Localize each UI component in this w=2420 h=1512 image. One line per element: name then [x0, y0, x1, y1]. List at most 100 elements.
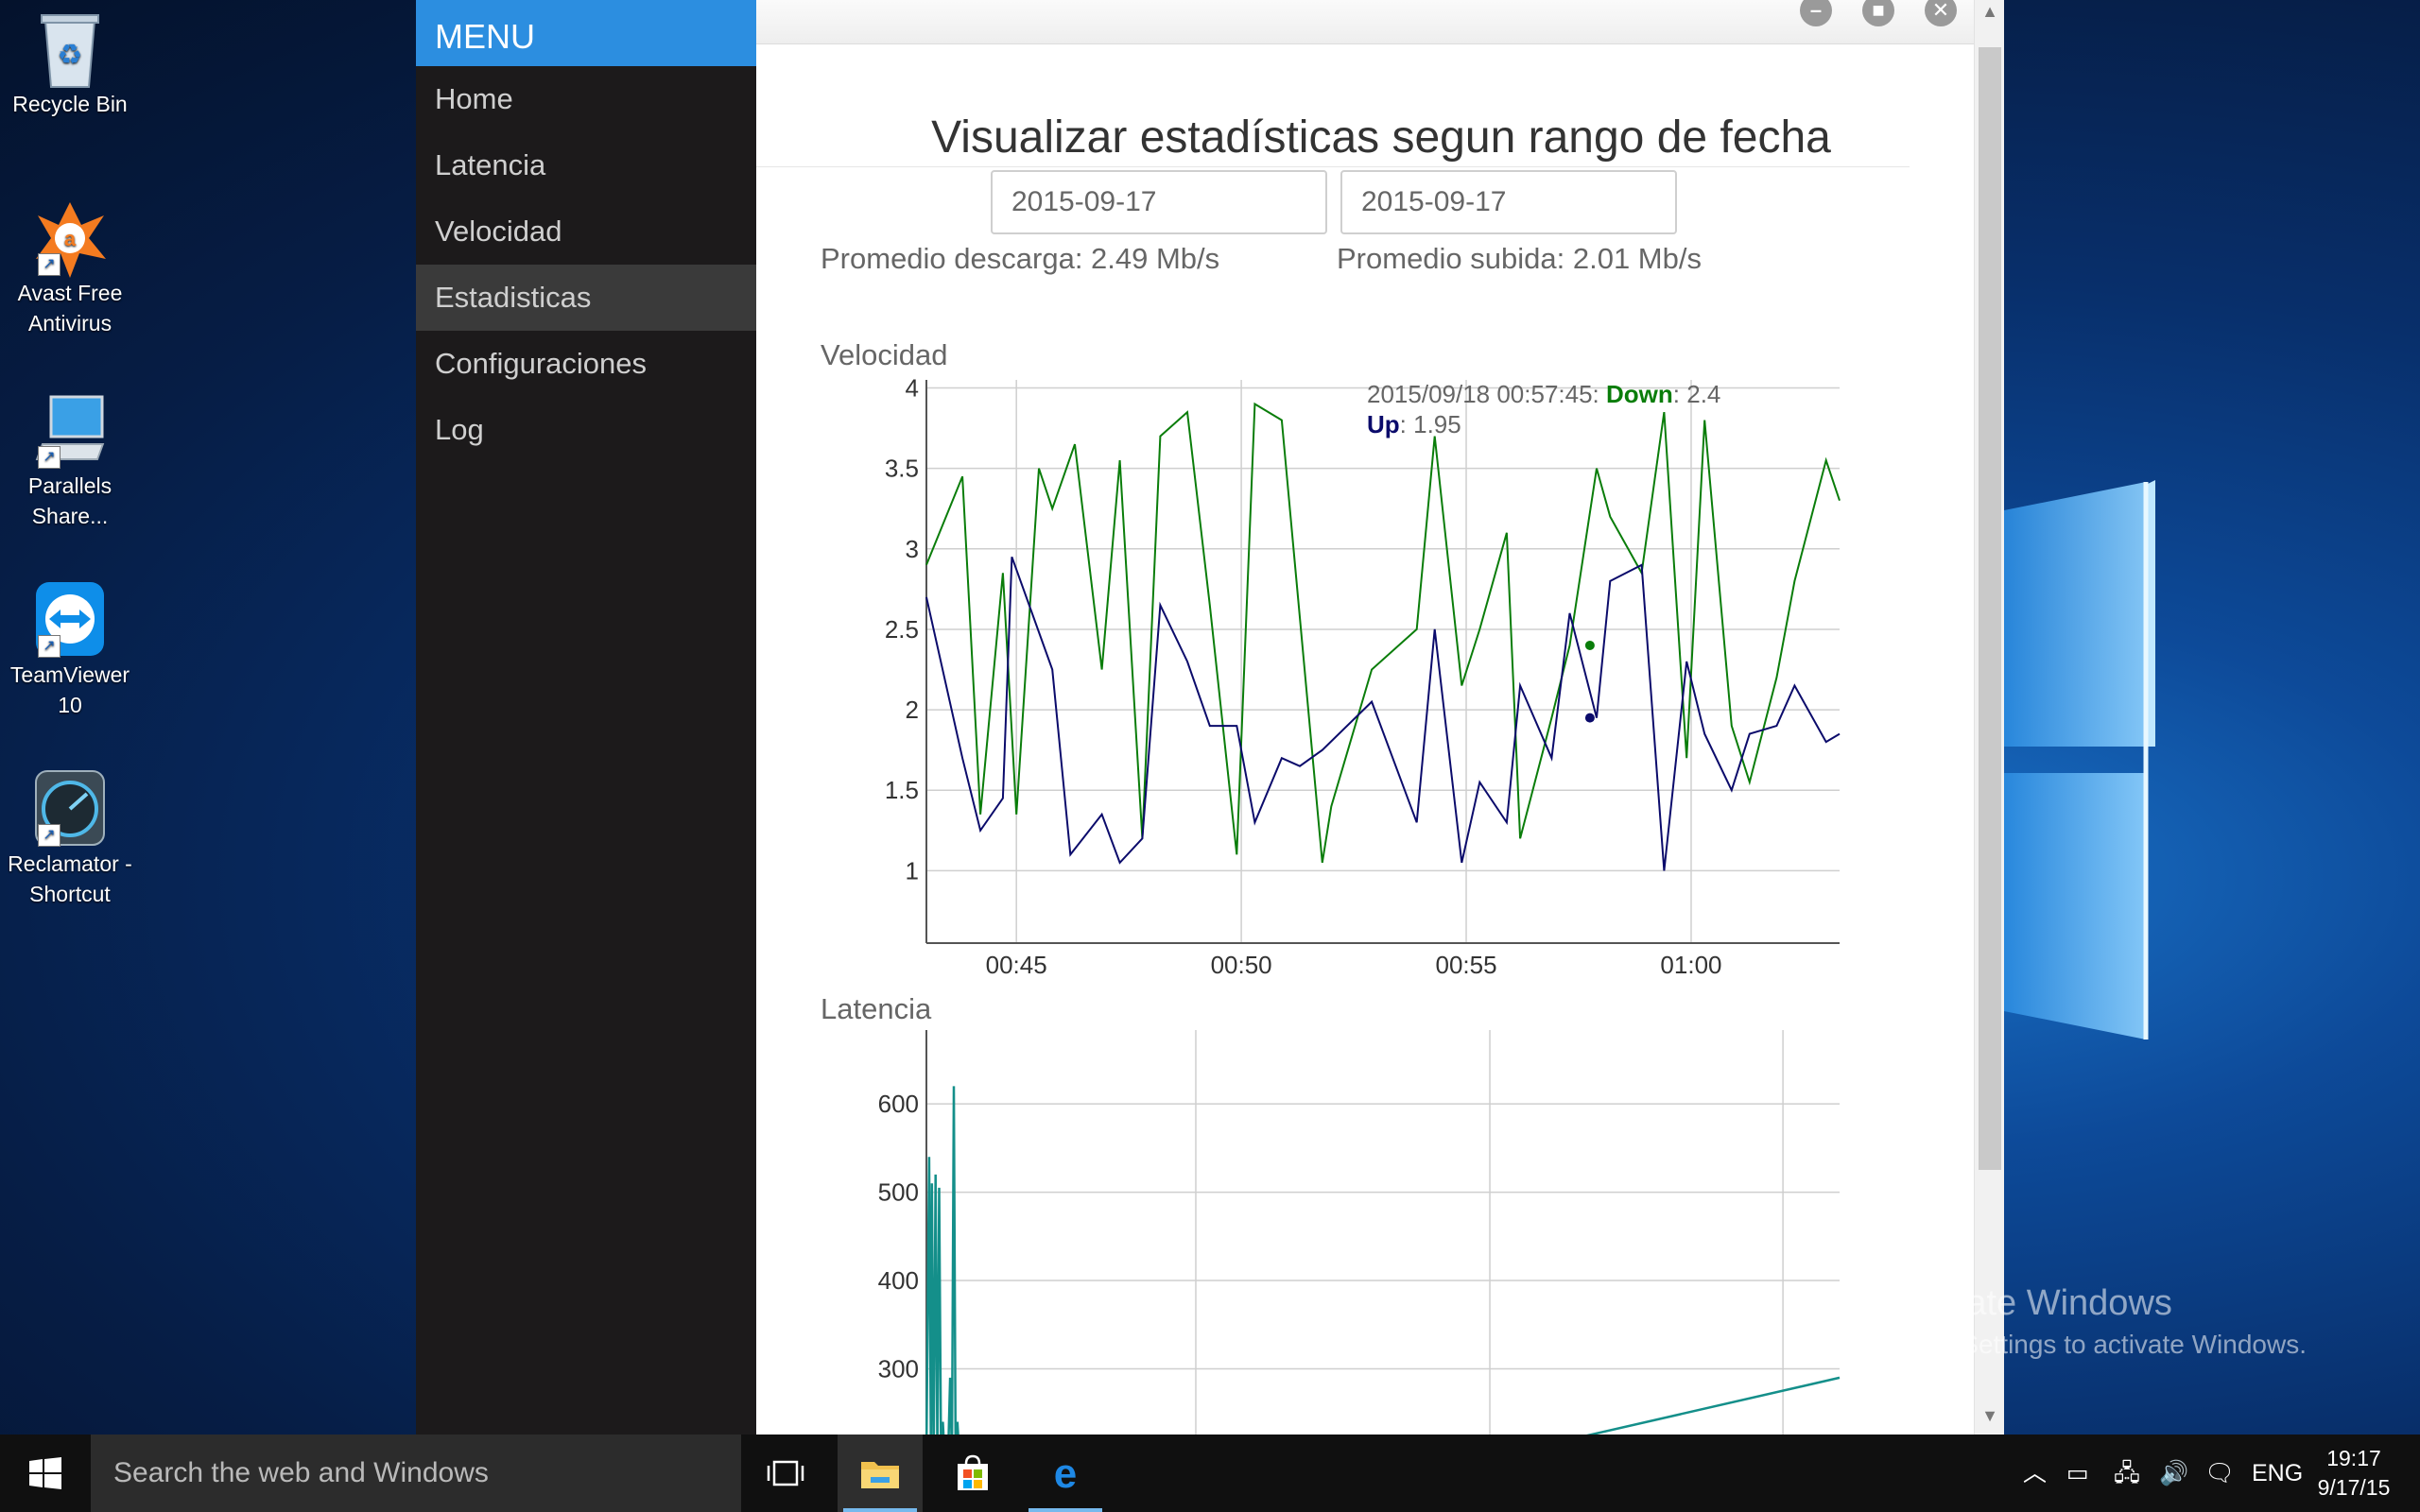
shortcut-arrow-icon: ↗: [38, 446, 60, 469]
battery-icon[interactable]: ▭: [2066, 1435, 2089, 1512]
vertical-scrollbar[interactable]: ▲ ▼: [1974, 0, 2004, 1435]
desktop-icon-label: Avast Free Antivirus: [17, 281, 123, 335]
taskbar-store[interactable]: [930, 1435, 1015, 1512]
y-tick-label: 1: [906, 856, 919, 885]
avg-upload-text: Promedio subida: 2.01 Mb/s: [1337, 242, 1702, 275]
y-tick-label: 300: [878, 1355, 919, 1383]
app-sidebar: MENU Home Latencia Velocidad Estadistica…: [416, 0, 756, 1435]
taskbar-file-explorer[interactable]: [838, 1435, 923, 1512]
speedometer-icon: ↗: [32, 767, 108, 847]
taskbar-clock[interactable]: 19:17 9/17/15: [2307, 1444, 2401, 1503]
activate-subtitle: Go to Settings to activate Windows.: [1889, 1330, 2307, 1359]
network-icon[interactable]: 🖧: [2114, 1435, 2140, 1512]
task-view-icon: [767, 1460, 804, 1486]
tooltip-down-value: : 2.4: [1673, 380, 1721, 408]
tooltip-line-2: Up: 1.95: [1367, 410, 1461, 438]
shortcut-arrow-icon: ↗: [38, 824, 60, 847]
y-tick-label: 400: [878, 1266, 919, 1295]
series-line-latencia: [925, 1086, 1841, 1435]
menu-header: MENU: [416, 0, 756, 66]
language-indicator[interactable]: ENG: [2252, 1435, 2303, 1512]
desktop-icon-parallels[interactable]: ↗ Parallels Share...: [0, 389, 140, 531]
volume-icon[interactable]: 🔊: [2159, 1435, 2188, 1512]
avg-download-text: Promedio descarga: 2.49 Mb/s: [821, 242, 1220, 275]
scroll-thumb[interactable]: [1979, 47, 2001, 1170]
desktop-icon-label: Reclamator - Shortcut: [8, 851, 132, 906]
activate-windows-watermark: Activate Windows Go to Settings to activ…: [1889, 1283, 2307, 1360]
series-line-down: [925, 402, 1841, 864]
svg-text:♻: ♻: [58, 40, 83, 71]
svg-text:e: e: [1054, 1453, 1077, 1493]
windows-logo-wallpaper: [2004, 480, 2155, 1040]
latencia-chart[interactable]: 200300400500600: [756, 1021, 1910, 1435]
scroll-up-arrow-icon[interactable]: ▲: [1975, 2, 2004, 22]
y-tick-label: 3: [906, 535, 919, 563]
show-hidden-icons-chevron-icon[interactable]: ︿: [2023, 1435, 2047, 1512]
page-title: Visualizar estadísticas segun rango de f…: [931, 112, 1831, 163]
x-tick-label: 00:45: [986, 951, 1047, 979]
recycle-bin-icon: ♻: [32, 8, 108, 88]
menu-item-latencia[interactable]: Latencia: [416, 132, 756, 198]
teamviewer-icon: ↗: [32, 578, 108, 658]
tooltip-up-label: Up: [1367, 410, 1400, 438]
computer-monitor-icon: ↗: [32, 389, 108, 469]
x-tick-label: 01:00: [1660, 951, 1721, 979]
y-tick-label: 500: [878, 1178, 919, 1207]
velocidad-chart[interactable]: 1 1.5 2 2.5 3 3.5 4 00:45 00:50 00:55 01:00 2015/09…: [756, 369, 1910, 992]
menu-item-home[interactable]: Home: [416, 66, 756, 132]
y-tick-label: 2.5: [885, 615, 919, 644]
x-tick-label: 00:55: [1435, 951, 1496, 979]
maximize-button[interactable]: ■: [1862, 0, 1894, 26]
active-indicator: [1028, 1508, 1102, 1512]
tooltip-timestamp: 2015/09/18 00:57:45:: [1367, 380, 1606, 408]
menu-item-configuraciones[interactable]: Configuraciones: [416, 331, 756, 397]
desktop-icon-recycle-bin[interactable]: ♻ Recycle Bin: [0, 8, 140, 119]
activate-title: Activate Windows: [1889, 1283, 2172, 1323]
date-to-input[interactable]: [1340, 170, 1677, 234]
folder-icon: [861, 1462, 899, 1488]
svg-text:a: a: [64, 227, 77, 250]
desktop-icon-avast[interactable]: a ↗ Avast Free Antivirus: [0, 197, 140, 338]
y-tick-label: 2: [906, 696, 919, 724]
edge-browser-icon: e: [1054, 1453, 1077, 1493]
clock-time: 19:17: [2326, 1446, 2381, 1470]
desktop-icon-label: TeamViewer 10: [9, 662, 130, 717]
desktop-icon-teamviewer[interactable]: ↗ TeamViewer 10: [0, 578, 140, 720]
tooltip-marker-up: [1584, 713, 1595, 723]
date-from-input[interactable]: [991, 170, 1327, 234]
store-bag-icon: [958, 1454, 988, 1490]
clock-date: 9/17/15: [2317, 1475, 2391, 1500]
menu-item-log[interactable]: Log: [416, 397, 756, 463]
velocidad-chart-title: Velocidad: [821, 338, 948, 371]
close-button[interactable]: ✕: [1925, 0, 1957, 26]
action-center-icon[interactable]: 🗨: [2204, 1435, 2235, 1512]
y-tick-label: 4: [906, 374, 919, 403]
active-indicator: [843, 1508, 917, 1512]
start-button[interactable]: [2, 1435, 89, 1512]
y-tick-label: 1.5: [885, 776, 919, 804]
taskbar-edge[interactable]: e: [1023, 1435, 1108, 1512]
shortcut-arrow-icon: ↗: [38, 253, 60, 276]
scroll-down-arrow-icon[interactable]: ▼: [1975, 1406, 2004, 1426]
series-line-up: [925, 556, 1841, 871]
menu-item-estadisticas[interactable]: Estadisticas: [416, 265, 756, 331]
menu-item-velocidad[interactable]: Velocidad: [416, 198, 756, 265]
tooltip-marker-down: [1584, 640, 1595, 650]
y-tick-label: 600: [878, 1090, 919, 1118]
tooltip-line-1: 2015/09/18 00:57:45: Down: 2.4: [1367, 380, 1720, 408]
y-tick-label: 3.5: [885, 455, 919, 483]
app-window: – ■ ✕ Visualizar estadísticas segun rang…: [756, 0, 2004, 1435]
window-titlebar: – ■ ✕: [756, 0, 2004, 44]
taskbar: Search the web and Windows e ︿ ▭ 🖧 🔊 🗨 E…: [0, 1435, 2420, 1512]
shortcut-arrow-icon: ↗: [38, 635, 60, 658]
desktop-icon-reclamator[interactable]: ↗ Reclamator - Shortcut: [0, 767, 140, 909]
task-view-button[interactable]: [743, 1435, 828, 1512]
tooltip-down-label: Down: [1606, 380, 1673, 408]
taskbar-search-box[interactable]: Search the web and Windows: [91, 1435, 741, 1512]
minimize-button[interactable]: –: [1800, 0, 1832, 26]
avast-icon: a ↗: [32, 197, 108, 278]
tooltip-up-value: : 1.95: [1400, 410, 1461, 438]
windows-start-icon: [29, 1457, 61, 1489]
x-tick-label: 00:50: [1211, 951, 1272, 979]
desktop-icon-label: Parallels Share...: [27, 473, 112, 528]
